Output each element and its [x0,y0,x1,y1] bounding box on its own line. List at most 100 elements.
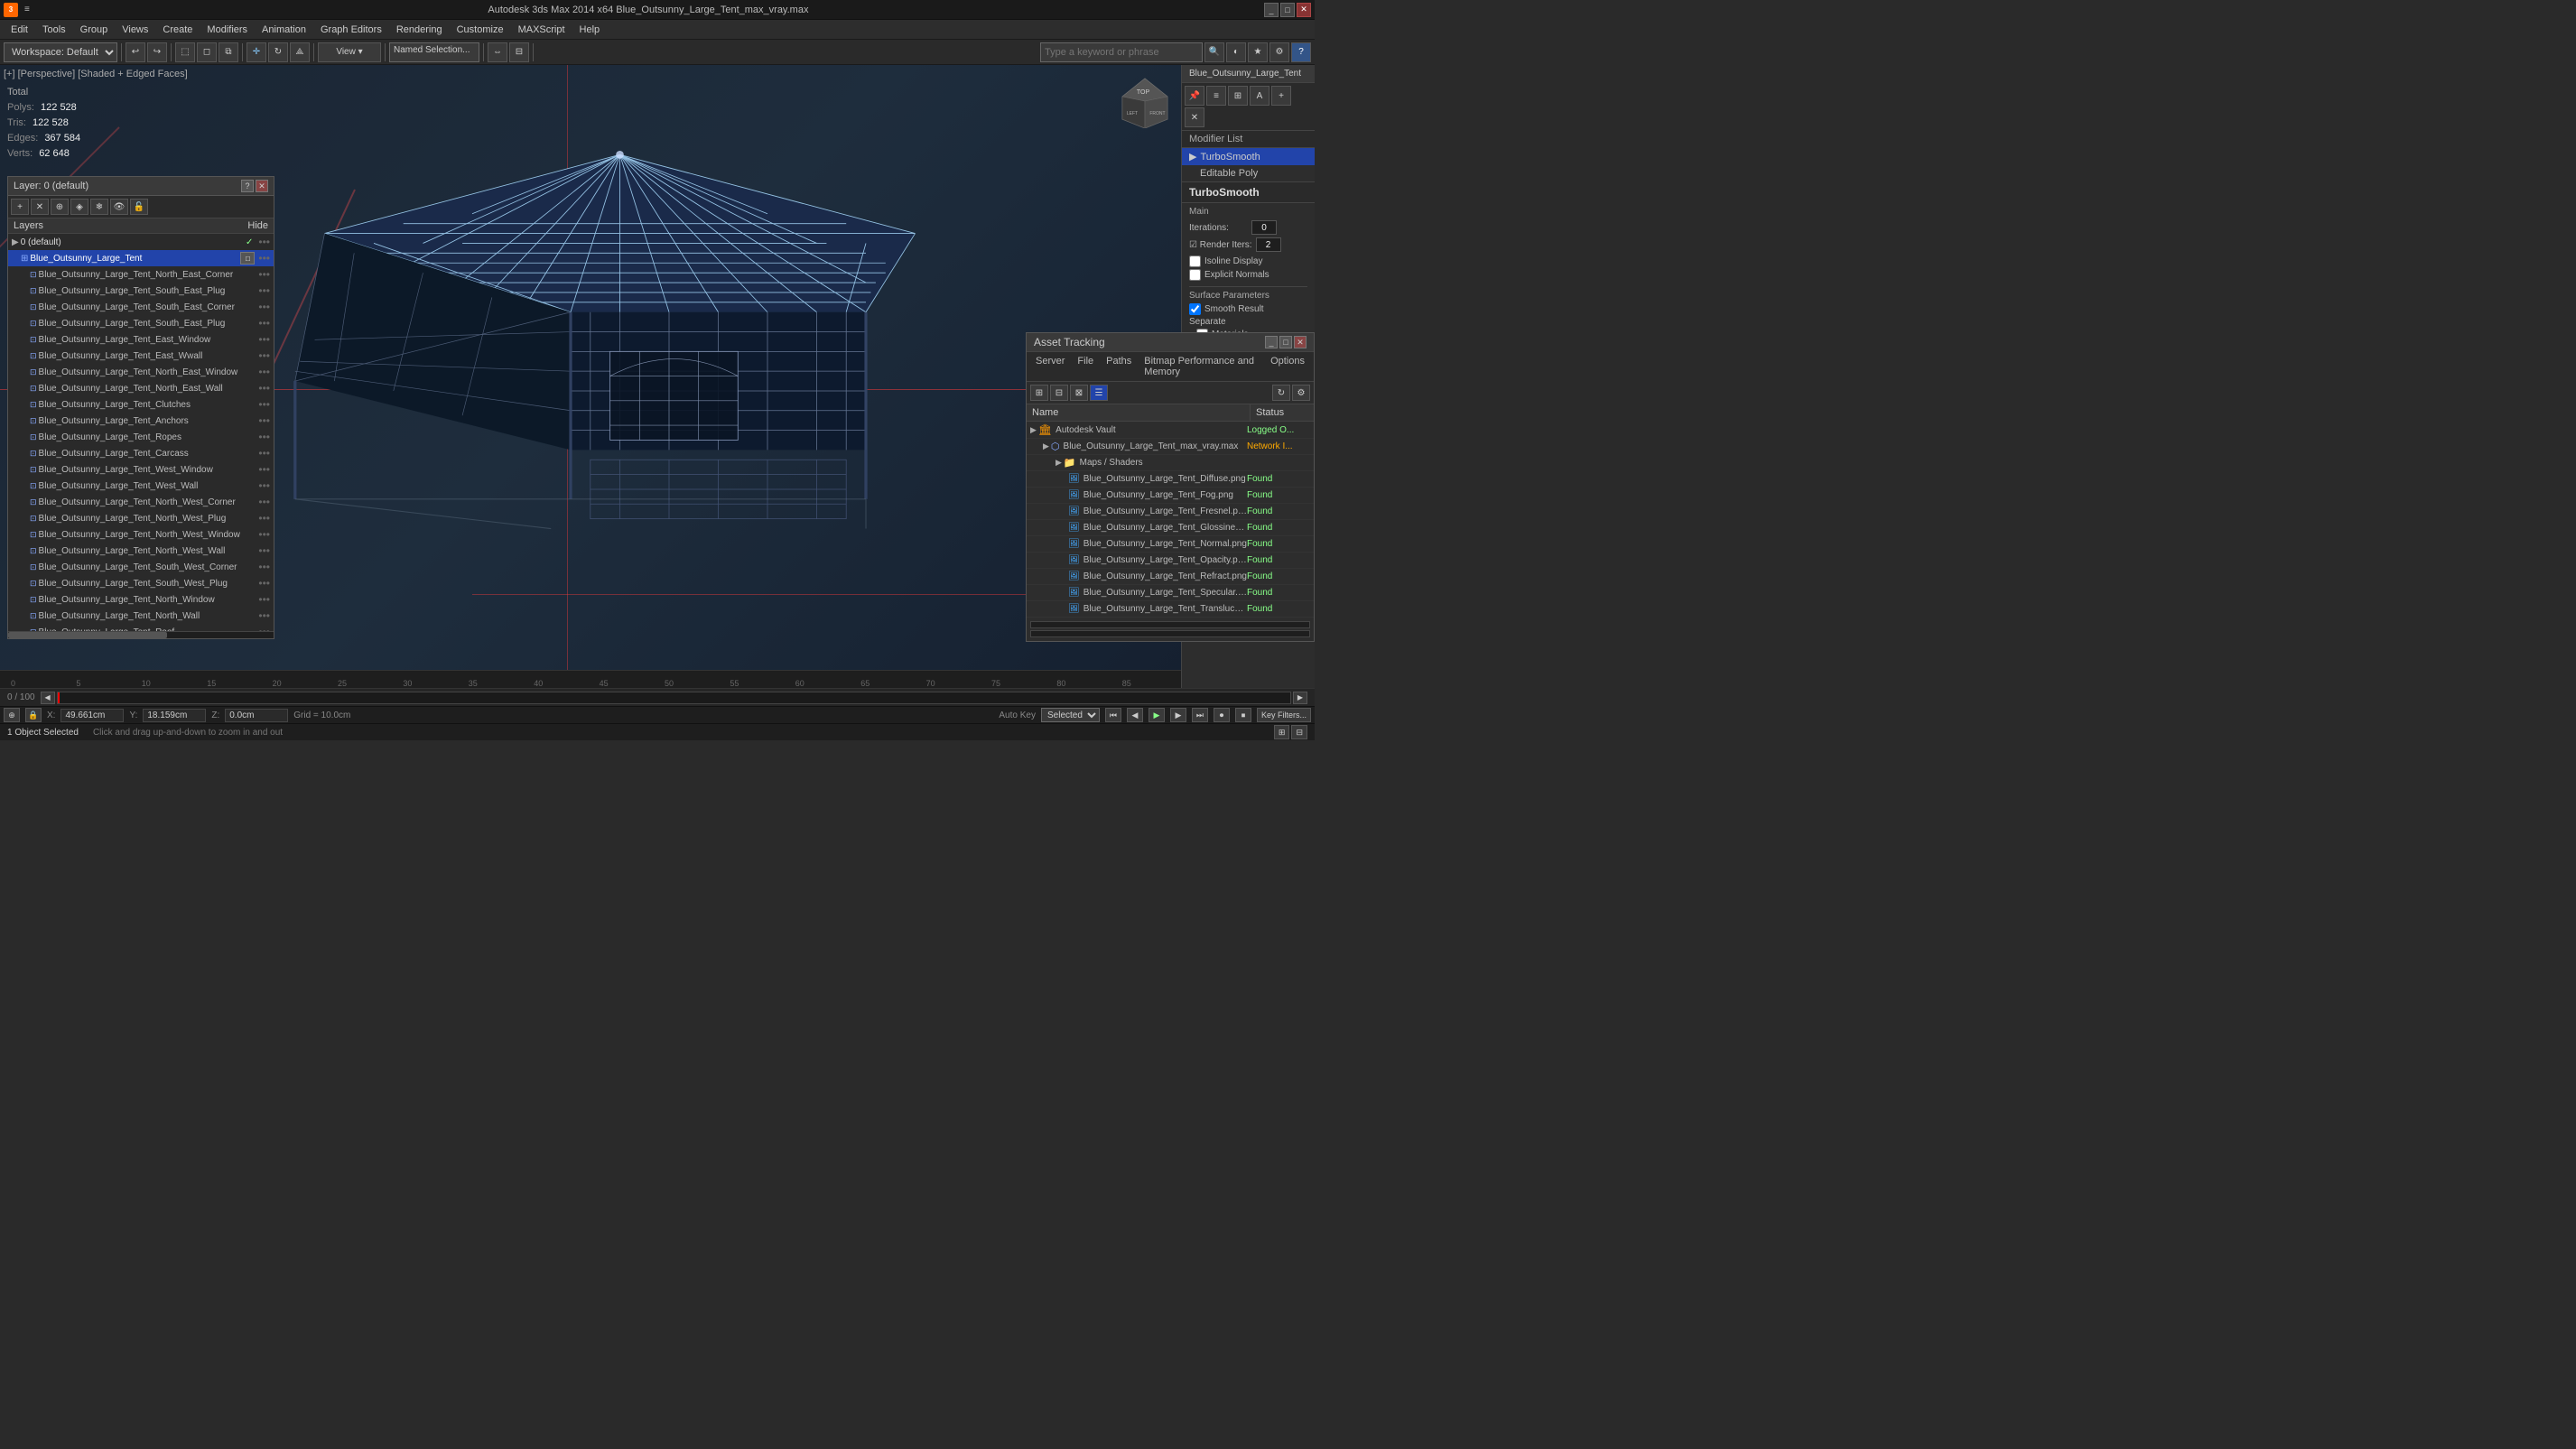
keyframe-track[interactable] [57,692,1291,704]
align-button[interactable]: ⊟ [509,42,529,62]
menu-animation[interactable]: Animation [255,23,313,37]
search-button[interactable]: 🔍 [1204,42,1224,62]
toolbar-btn-2[interactable]: ★ [1248,42,1268,62]
list-item[interactable]: ⊡Blue_Outsunny_Large_Tent_South_West_Plu… [8,575,274,591]
layer-sel-btn[interactable]: ◈ [70,199,88,215]
select-object-button[interactable]: ⬚ [175,42,195,62]
layer-scrollbar-thumb[interactable] [8,632,167,638]
menu-tools[interactable]: Tools [35,23,73,37]
coord-z-value[interactable]: 0.0cm [225,709,288,722]
named-sel-sets[interactable]: Named Selection... [389,42,479,62]
asset-tool-refresh[interactable]: ↻ [1272,385,1290,401]
mirror-button[interactable]: ⇔ [488,42,507,62]
asset-item-diffuse[interactable]: 🖼 Blue_Outsunny_Large_Tent_Diffuse.png F… [1027,471,1314,488]
mod-del-btn[interactable]: ✕ [1185,107,1204,127]
close-button[interactable]: ✕ [1297,3,1311,17]
asset-menu-server[interactable]: Server [1030,354,1070,379]
menu-modifiers[interactable]: Modifiers [200,23,255,37]
goto-start-btn[interactable]: ⏮ [1105,708,1121,722]
status-icon-4[interactable]: ⏹ [1235,708,1251,722]
list-item[interactable]: ⊡Blue_Outsunny_Large_Tent_North_East_Cor… [8,266,274,283]
asset-item-fog[interactable]: 🖼 Blue_Outsunny_Large_Tent_Fog.png Found [1027,488,1314,504]
asset-tool-settings[interactable]: ⚙ [1292,385,1310,401]
timeline-prev-btn[interactable]: ◀ [41,692,55,704]
layer-vis-tent[interactable]: □ [240,252,255,265]
list-item[interactable]: ⊡Blue_Outsunny_Large_Tent_North_East_Wal… [8,380,274,396]
asset-col-name[interactable]: Name [1027,404,1251,421]
search-input[interactable] [1040,42,1203,62]
minimize-button[interactable]: _ [1264,3,1279,17]
mod-pin-btn[interactable]: 📌 [1185,86,1204,106]
asset-item-translucent[interactable]: 🖼 Blue_Outsunny_Large_Tent_Translucent.p… [1027,601,1314,618]
asset-item-opacity[interactable]: 🖼 Blue_Outsunny_Large_Tent_Opacity.png F… [1027,553,1314,569]
list-item[interactable]: ⊡Blue_Outsunny_Large_Tent_South_West_Cor… [8,559,274,575]
window-crossing-button[interactable]: ⧉ [219,42,238,62]
redo-button[interactable]: ↪ [147,42,167,62]
list-item[interactable]: ⊡Blue_Outsunny_Large_Tent_North_Wall••• [8,608,274,624]
asset-tool-2[interactable]: ⊟ [1050,385,1068,401]
menu-group[interactable]: Group [73,23,116,37]
select-rotate-button[interactable]: ↻ [268,42,288,62]
ts-explicit-check[interactable] [1189,269,1201,281]
ts-isoline-check[interactable] [1189,255,1201,267]
list-item[interactable]: ⊡Blue_Outsunny_Large_Tent_North_West_Cor… [8,494,274,510]
mod-new-btn[interactable]: + [1271,86,1291,106]
coord-x-value[interactable]: 49.661cm [60,709,124,722]
viewport-options-btn[interactable]: ⊟ [1291,725,1307,739]
list-item[interactable]: ⊡Blue_Outsunny_Large_Tent_North_West_Win… [8,526,274,543]
list-item[interactable]: ⊡Blue_Outsunny_Large_Tent_South_East_Plu… [8,315,274,331]
layer-scrollbar[interactable] [8,631,274,638]
mod-param-btn[interactable]: ≡ [1206,86,1226,106]
menu-create[interactable]: Create [155,23,200,37]
layer-freeze-btn[interactable]: ❄ [90,199,108,215]
list-item[interactable]: ⊡Blue_Outsunny_Large_Tent_North_Window••… [8,591,274,608]
menu-maxscript[interactable]: MAXScript [511,23,572,37]
list-item[interactable]: ⊡Blue_Outsunny_Large_Tent_South_East_Cor… [8,299,274,315]
modifier-turbosmooth[interactable]: ▶ TurboSmooth [1182,148,1315,165]
list-item[interactable]: ⊡Blue_Outsunny_Large_Tent_West_Wall••• [8,478,274,494]
asset-item-max[interactable]: ▶ ⬡ Blue_Outsunny_Large_Tent_max_vray.ma… [1027,439,1314,455]
layer-question-btn[interactable]: ? [241,180,254,192]
asset-menu-file[interactable]: File [1072,354,1099,379]
layer-panel-header[interactable]: Layer: 0 (default) ? ✕ [8,177,274,196]
asset-menu-options[interactable]: Options [1265,354,1310,379]
list-item[interactable]: ⊡Blue_Outsunny_Large_Tent_Clutches••• [8,396,274,413]
goto-end-btn[interactable]: ⏭ [1192,708,1208,722]
viewport-layout-btn[interactable]: ⊞ [1274,725,1290,739]
list-item[interactable]: ⊡Blue_Outsunny_Large_Tent_Roof••• [8,624,274,631]
asset-item-glossiness[interactable]: 🖼 Blue_Outsunny_Large_Tent_Glossiness.pn… [1027,520,1314,536]
autokey-dropdown[interactable]: Selected [1041,708,1100,722]
help-button[interactable]: ? [1291,42,1311,62]
asset-minimize-btn[interactable]: _ [1265,336,1278,348]
asset-item-fresnel[interactable]: 🖼 Blue_Outsunny_Large_Tent_Fresnel.png F… [1027,504,1314,520]
list-item[interactable]: ⊡Blue_Outsunny_Large_Tent_West_Window••• [8,461,274,478]
next-frame-btn[interactable]: ▶ [1170,708,1186,722]
play-btn[interactable]: ▶ [1149,708,1165,722]
workspace-dropdown[interactable]: Workspace: Default [4,42,117,62]
layer-close-btn[interactable]: ✕ [256,180,268,192]
layer-unlock-btn[interactable]: 🔓 [130,199,148,215]
asset-item-folder[interactable]: ▶ 📁 Maps / Shaders [1027,455,1314,471]
menu-help[interactable]: Help [572,23,608,37]
status-icon-1[interactable]: ⊕ [4,708,20,722]
undo-button[interactable]: ↩ [126,42,145,62]
ts-render-iters-input[interactable] [1256,237,1281,252]
list-item[interactable]: ⊡Blue_Outsunny_Large_Tent_Ropes••• [8,429,274,445]
asset-item-vault[interactable]: ▶ 🏛 Autodesk Vault Logged O... [1027,422,1314,439]
select-move-button[interactable]: ✛ [246,42,266,62]
maximize-button[interactable]: □ [1280,3,1295,17]
mod-stack-btn[interactable]: ⊞ [1228,86,1248,106]
coord-y-value[interactable]: 18.159cm [143,709,206,722]
titlebar-menu-file[interactable]: ≡ [22,5,33,14]
asset-tool-1[interactable]: ⊞ [1030,385,1048,401]
nav-cube[interactable]: TOP LEFT FRONT [1118,74,1172,128]
layer-new-btn[interactable]: + [11,199,29,215]
asset-menu-bitmap[interactable]: Bitmap Performance and Memory [1139,354,1263,379]
layer-delete-btn[interactable]: ✕ [31,199,49,215]
layer-hide-btn[interactable]: 👁 [110,199,128,215]
layer-add-sel-btn[interactable]: ⊕ [51,199,69,215]
list-item[interactable]: ⊡Blue_Outsunny_Large_Tent_Carcass••• [8,445,274,461]
list-item[interactable]: ⊡Blue_Outsunny_Large_Tent_Anchors••• [8,413,274,429]
toolbar-btn-3[interactable]: ⚙ [1269,42,1289,62]
list-item[interactable]: ⊡Blue_Outsunny_Large_Tent_North_West_Plu… [8,510,274,526]
